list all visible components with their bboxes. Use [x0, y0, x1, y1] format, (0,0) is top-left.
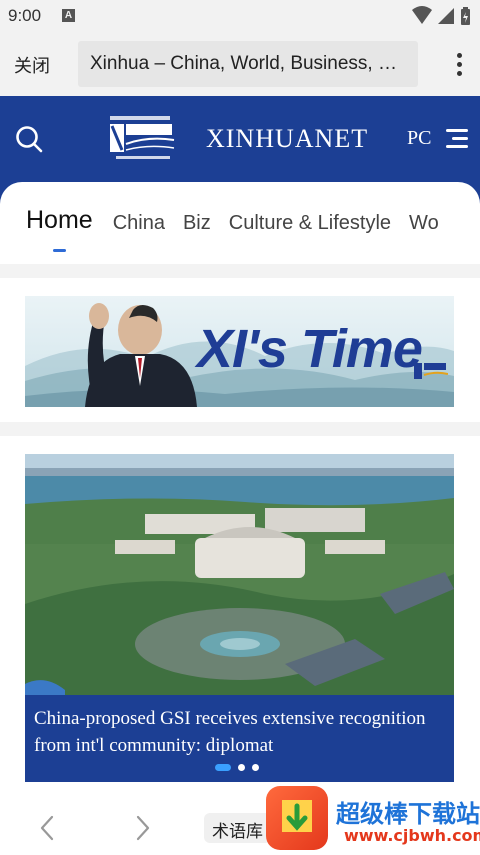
tab-culture-lifestyle[interactable]: Culture & Lifestyle: [229, 212, 391, 235]
banner-title: XI's Time: [197, 319, 423, 379]
browser-toolbar: 关闭 Xinhua – China, World, Business, Sp..…: [0, 32, 480, 96]
hamburger-menu-icon[interactable]: [444, 127, 470, 149]
battery-icon: [461, 7, 470, 25]
tab-list: Home China Biz Culture & Lifestyle Wo: [26, 206, 457, 252]
close-button[interactable]: 关闭: [14, 52, 50, 78]
tab-home[interactable]: Home: [26, 206, 93, 252]
status-icons: [412, 6, 470, 25]
carousel-dot[interactable]: [238, 764, 245, 772]
watermark-text: 超级棒下载站: [336, 800, 480, 828]
wifi-icon: [412, 6, 432, 24]
carousel-dot[interactable]: [252, 764, 259, 772]
status-bar: 9:00 A: [0, 0, 480, 32]
hero-carousel[interactable]: China-proposed GSI receives extensive re…: [25, 454, 454, 782]
carousel-indicator: [215, 759, 266, 772]
divider: [0, 422, 480, 436]
tab-china[interactable]: China: [113, 212, 165, 235]
url-bar[interactable]: Xinhua – China, World, Business, Sp...: [78, 41, 418, 87]
hero-image: [25, 454, 454, 695]
notification-badge: A: [62, 9, 75, 22]
status-time: 9:00: [8, 6, 42, 25]
xinhua-logo[interactable]: [108, 114, 180, 162]
hero-caption: China-proposed GSI receives extensive re…: [25, 695, 454, 782]
chevron-right-icon[interactable]: [132, 814, 154, 842]
tab-world[interactable]: Wo: [409, 212, 439, 235]
watermark-url: www.cjbwh.com: [344, 826, 480, 845]
hero-headline[interactable]: China-proposed GSI receives extensive re…: [34, 705, 446, 759]
category-nav: Home China Biz Culture & Lifestyle Wo: [0, 182, 480, 264]
glossary-button[interactable]: 术语库: [204, 813, 271, 843]
tab-biz[interactable]: Biz: [183, 212, 211, 235]
carousel-dot-active[interactable]: [215, 764, 231, 772]
site-title[interactable]: XINHUANET: [206, 124, 368, 154]
search-icon[interactable]: [14, 124, 44, 154]
xis-time-banner[interactable]: XI's Time: [25, 296, 454, 407]
chevron-left-icon[interactable]: [36, 814, 58, 842]
cell-signal-icon: [438, 8, 454, 24]
watermark-logo: [266, 786, 328, 850]
banner-logo: [414, 363, 448, 379]
divider: [0, 264, 480, 278]
pc-version-link[interactable]: PC: [407, 127, 431, 150]
download-icon: [282, 800, 312, 832]
more-vert-icon[interactable]: [452, 50, 466, 78]
